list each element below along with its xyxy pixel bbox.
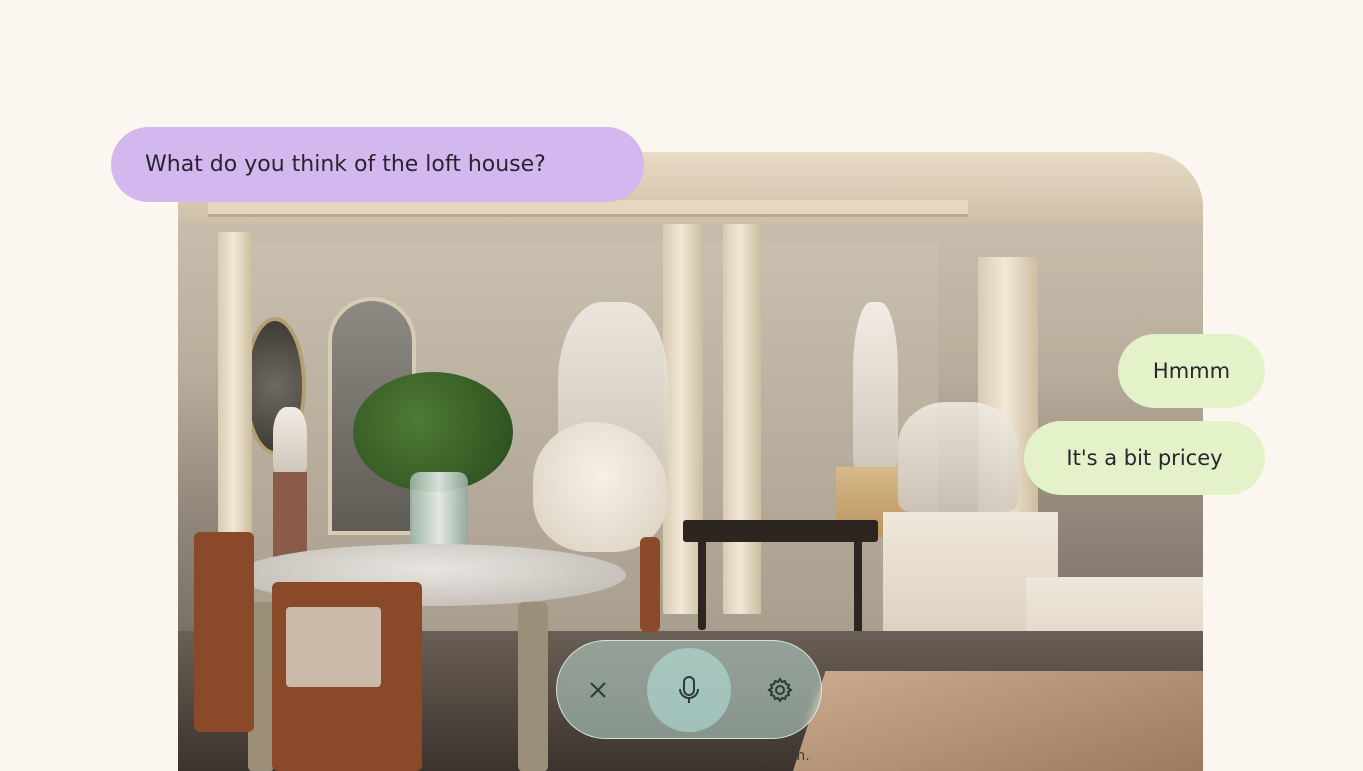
- table-leg: [698, 540, 706, 630]
- gear-icon: [767, 676, 794, 703]
- column: [723, 224, 761, 614]
- bust-statue: [273, 407, 307, 472]
- user-message-bubble: What do you think of the loft house?: [111, 127, 644, 202]
- lion-statue: [898, 402, 1018, 512]
- side-table: [683, 520, 878, 542]
- reply-text: Hmmm: [1152, 359, 1231, 383]
- settings-button[interactable]: [748, 658, 812, 722]
- user-message-text: What do you think of the loft house?: [145, 152, 546, 177]
- close-icon: [589, 681, 606, 698]
- chair-cushion: [286, 607, 381, 687]
- reply-text: It's a bit pricey: [1066, 446, 1223, 470]
- table-leg: [518, 602, 548, 771]
- table-leg: [854, 540, 862, 640]
- cornice: [208, 200, 968, 217]
- reply-bubble: Hmmm: [1118, 334, 1265, 408]
- column: [663, 224, 703, 614]
- caption-text: Sequences shortened. Coming soon.: [553, 748, 810, 764]
- reply-bubble: It's a bit pricey: [1024, 421, 1265, 495]
- microphone-button[interactable]: [646, 647, 731, 732]
- figure-statue: [853, 302, 898, 472]
- chair: [194, 532, 254, 732]
- close-button[interactable]: [566, 658, 630, 722]
- voice-control-bar: [556, 640, 822, 739]
- chair: [640, 537, 660, 632]
- pedestal: [273, 472, 307, 562]
- microphone-icon: [678, 675, 699, 703]
